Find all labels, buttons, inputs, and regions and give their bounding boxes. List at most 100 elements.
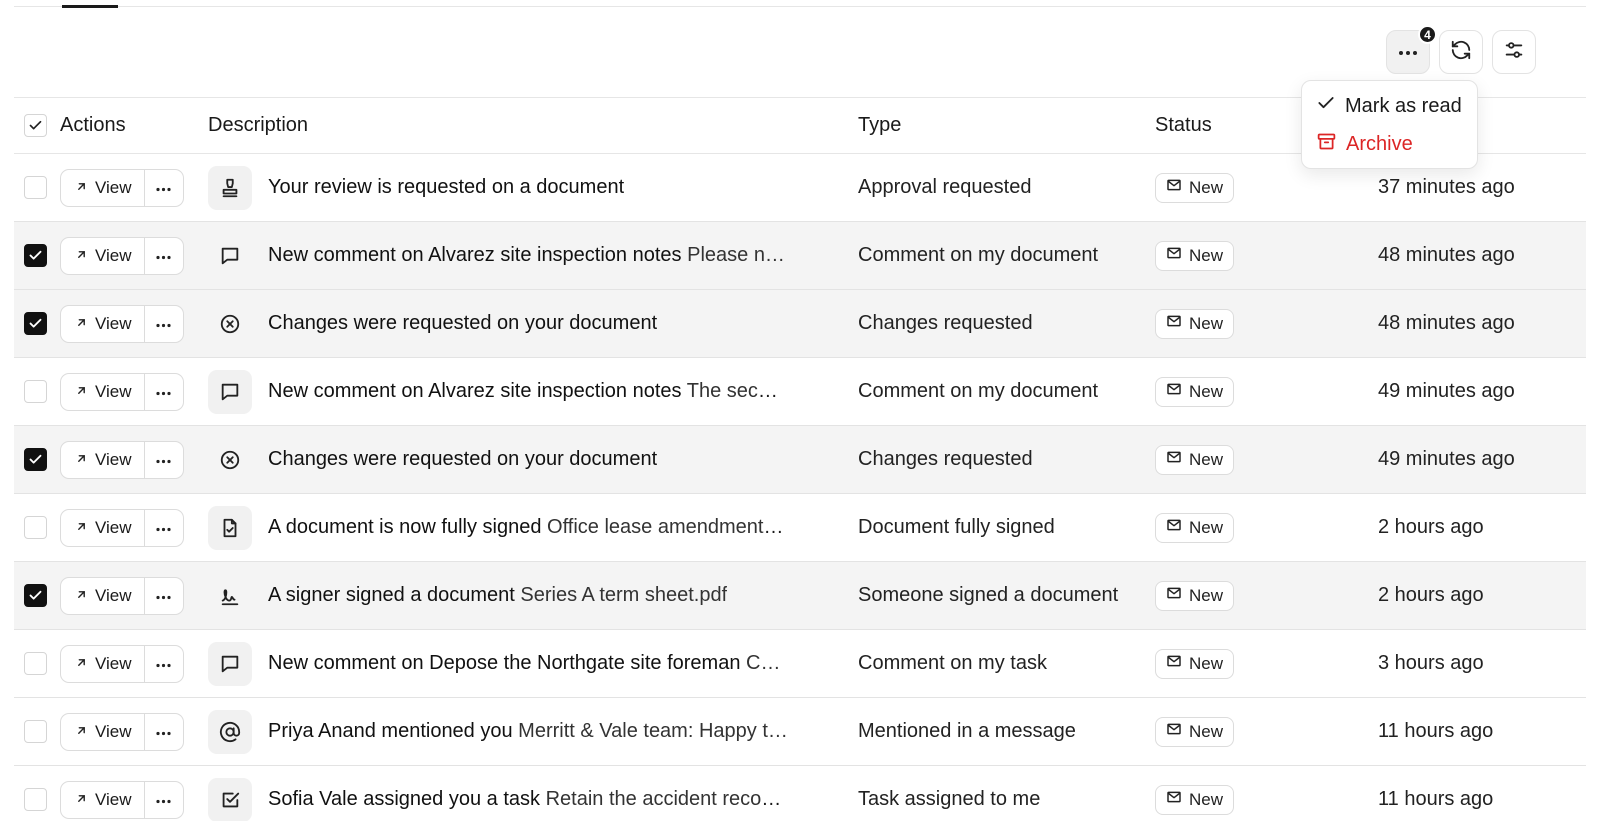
status-label: New — [1189, 653, 1224, 673]
row-description[interactable]: A signer signed a document Series A term… — [268, 584, 727, 607]
row-more-button[interactable] — [145, 510, 183, 546]
row-more-button[interactable] — [145, 782, 183, 818]
table-row[interactable]: View Changes were requested on your docu… — [14, 290, 1586, 358]
view-button[interactable]: View — [61, 509, 145, 546]
bulk-actions-menu: Mark as read Archive — [1301, 80, 1478, 169]
status-badge: New — [1155, 580, 1235, 611]
view-button[interactable]: View — [61, 305, 145, 342]
mark-as-read-menu-item[interactable]: Mark as read — [1302, 87, 1477, 125]
table-row[interactable]: View A signer signed a document Series A… — [14, 562, 1586, 630]
view-button[interactable]: View — [61, 781, 145, 818]
row-description[interactable]: A document is now fully signed Office le… — [268, 516, 788, 539]
row-description[interactable]: New comment on Depose the Northgate site… — [268, 652, 780, 675]
description-title: Changes were requested on your document — [268, 312, 658, 334]
row-description[interactable]: Your review is requested on a document — [268, 176, 624, 199]
table-row[interactable]: View New comment on Depose the Northgate… — [14, 630, 1586, 698]
status-label: New — [1189, 245, 1224, 265]
filter-settings-button[interactable] — [1492, 30, 1536, 74]
row-description[interactable]: Changes were requested on your document — [268, 312, 657, 335]
row-description[interactable]: New comment on Alvarez site inspection n… — [268, 380, 788, 403]
row-checkbox[interactable] — [24, 380, 47, 403]
table-row[interactable]: View Priya Anand mentioned you Merritt &… — [14, 698, 1586, 766]
view-label: View — [95, 381, 132, 401]
more-horizontal-icon — [156, 451, 171, 469]
table-row[interactable]: View New comment on Alvarez site inspect… — [14, 222, 1586, 290]
stamp-icon — [208, 165, 252, 210]
table-row[interactable]: View Sofia Vale assigned you a task Reta… — [14, 766, 1586, 821]
row-checkbox[interactable] — [24, 448, 47, 471]
view-button[interactable]: View — [61, 577, 145, 614]
view-button[interactable]: View — [61, 713, 145, 750]
status-badge: New — [1155, 240, 1235, 271]
status-badge: New — [1155, 308, 1235, 339]
type-header[interactable]: Type — [858, 114, 901, 137]
row-more-button[interactable] — [145, 646, 183, 682]
table-row[interactable]: View Changes were requested on your docu… — [14, 426, 1586, 494]
description-header[interactable]: Description — [208, 114, 308, 137]
row-more-button[interactable] — [145, 170, 183, 206]
row-type: Comment on my document — [858, 244, 1099, 266]
select-all-checkbox[interactable] — [24, 114, 47, 137]
status-label: New — [1189, 177, 1224, 197]
description-title: New comment on Depose the Northgate site… — [268, 652, 741, 674]
row-description[interactable]: Changes were requested on your document — [268, 448, 657, 471]
row-checkbox[interactable] — [24, 312, 47, 335]
view-label: View — [95, 789, 132, 809]
row-more-button[interactable] — [145, 714, 183, 750]
row-type: Approval requested — [858, 176, 1032, 198]
row-time: 48 minutes ago — [1378, 312, 1515, 334]
status-label: New — [1189, 313, 1224, 333]
table-row[interactable]: View A document is now fully signed Offi… — [14, 494, 1586, 562]
row-action-group: View — [60, 780, 184, 819]
row-more-button[interactable] — [145, 306, 183, 342]
mail-icon — [1166, 721, 1182, 742]
row-description[interactable]: Sofia Vale assigned you a task Retain th… — [268, 788, 788, 811]
row-more-button[interactable] — [145, 442, 183, 478]
x-circle-icon — [208, 438, 252, 482]
view-button[interactable]: View — [61, 373, 145, 410]
mail-icon — [1166, 653, 1182, 674]
row-checkbox[interactable] — [24, 584, 47, 607]
status-label: New — [1189, 449, 1224, 469]
arrow-up-right-icon — [75, 722, 88, 742]
selection-count-badge: 4 — [1418, 25, 1437, 44]
row-more-button[interactable] — [145, 578, 183, 614]
view-label: View — [95, 177, 132, 197]
refresh-button[interactable] — [1439, 30, 1483, 74]
view-label: View — [95, 585, 132, 605]
description-title: Priya Anand mentioned you — [268, 720, 513, 742]
row-type: Comment on my document — [858, 380, 1099, 402]
description-preview: Merritt & Vale team: Happy t… — [512, 720, 788, 742]
view-button[interactable]: View — [61, 645, 145, 682]
bulk-actions-button[interactable]: 4 — [1386, 25, 1437, 74]
arrow-up-right-icon — [75, 246, 88, 266]
row-description[interactable]: Priya Anand mentioned you Merritt & Vale… — [268, 720, 788, 743]
view-button[interactable]: View — [61, 441, 145, 478]
row-action-group: View — [60, 508, 184, 547]
archive-menu-item[interactable]: Archive — [1302, 125, 1477, 163]
signature-icon — [208, 574, 252, 618]
description-title: Sofia Vale assigned you a task — [268, 788, 541, 810]
row-action-group: View — [60, 576, 184, 615]
more-horizontal-icon — [156, 519, 171, 537]
row-checkbox[interactable] — [24, 720, 47, 743]
status-header[interactable]: Status — [1155, 114, 1212, 137]
more-horizontal-icon — [156, 791, 171, 809]
view-button[interactable]: View — [61, 169, 145, 206]
row-more-button[interactable] — [145, 238, 183, 274]
arrow-up-right-icon — [75, 586, 88, 606]
row-checkbox[interactable] — [24, 176, 47, 199]
comment-icon — [208, 234, 252, 278]
row-checkbox[interactable] — [24, 652, 47, 675]
row-checkbox[interactable] — [24, 788, 47, 811]
table-row[interactable]: View New comment on Alvarez site inspect… — [14, 358, 1586, 426]
view-label: View — [95, 517, 132, 537]
row-checkbox[interactable] — [24, 244, 47, 267]
row-description[interactable]: New comment on Alvarez site inspection n… — [268, 244, 785, 267]
arrow-up-right-icon — [75, 790, 88, 810]
description-title: Your review is requested on a document — [268, 176, 625, 198]
row-action-group: View — [60, 644, 184, 683]
view-button[interactable]: View — [61, 237, 145, 274]
row-more-button[interactable] — [145, 374, 183, 410]
row-checkbox[interactable] — [24, 516, 47, 539]
